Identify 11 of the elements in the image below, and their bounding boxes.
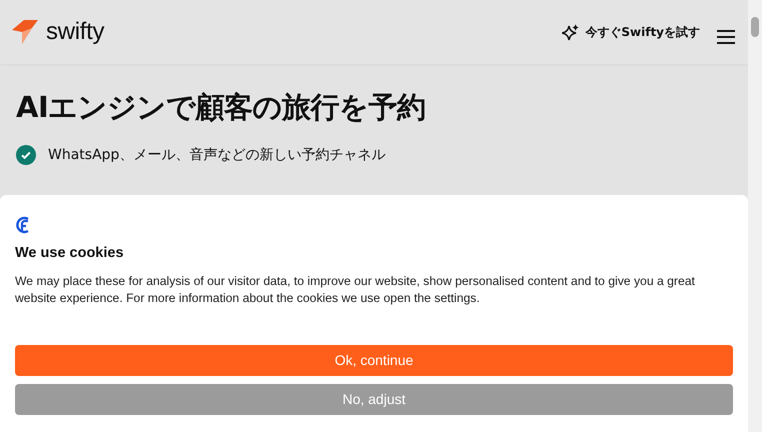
banner-text: We may place these for analysis of our visitor data, to improve our website, show personalised content and to give you a great website experience. For more information about the cookies we use open the settings. <box>15 272 696 307</box>
banner-title: We use cookies <box>15 244 125 263</box>
sparkle-icon <box>562 24 580 40</box>
cookie-logo-icon <box>15 216 31 234</box>
feature-text: WhatsApp、メール、音声などの新しい予約チャネル <box>48 146 386 165</box>
hero-title: AIエンジンで顧客の旅行を予約 <box>16 90 427 125</box>
scrollbar[interactable] <box>748 0 762 432</box>
logo-icon <box>12 20 38 44</box>
logo-text[interactable]: swifty <box>46 14 104 50</box>
check-icon <box>16 145 36 166</box>
try-link[interactable]: 今すぐSwiftyを試す <box>585 23 700 41</box>
